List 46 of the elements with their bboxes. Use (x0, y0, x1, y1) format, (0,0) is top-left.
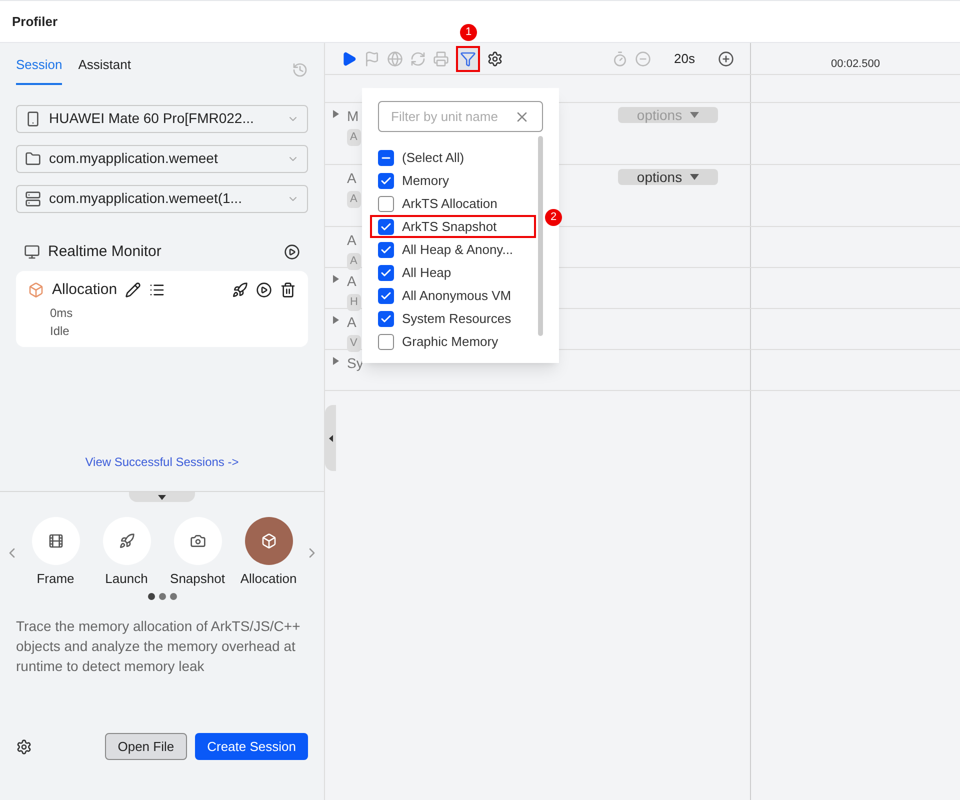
track-name: A (347, 313, 358, 332)
filter-field[interactable]: Filter by unit name (378, 101, 543, 132)
template-option[interactable]: Frame (22, 517, 88, 588)
checkbox-label[interactable]: ArkTS Snapshot (402, 216, 497, 236)
checkbox-label[interactable]: ArkTS Allocation (402, 194, 498, 214)
checkbox-label[interactable]: All Heap & Anony... (402, 240, 514, 260)
callout-badge: 2 (545, 209, 562, 226)
open-file-button[interactable]: Open File (104, 733, 188, 760)
callout-badge: 1 (460, 24, 477, 40)
track-tag: A (347, 191, 361, 208)
track-name: M (347, 107, 360, 126)
checkbox-label[interactable]: All Heap (402, 262, 452, 282)
track-tag: H (347, 294, 361, 310)
tab[interactable]: Session (16, 55, 62, 84)
track-tag: V (347, 335, 361, 352)
dropdown-select[interactable]: com.myapplication.wemeet(1... (16, 184, 308, 212)
checkbox-label[interactable]: Memory (402, 170, 449, 190)
session-duration: 0ms (49, 304, 74, 322)
checkbox-label[interactable]: (Select All) (402, 148, 464, 168)
options-dropdown[interactable]: options (618, 169, 718, 185)
checkbox-label[interactable]: Graphic Memory (402, 332, 498, 352)
template-option[interactable]: Allocation (236, 517, 302, 588)
session-name: Allocation (52, 280, 118, 300)
checkbox-label[interactable]: System Resources (402, 308, 512, 328)
track-name: A (347, 231, 358, 250)
template-description: Trace the memory allocation of ArkTS/JS/C++ objects and analyze the memory overhead at runtime to detect memory leak (15, 616, 302, 676)
window-title: Profiler (12, 12, 58, 31)
track-tag: A (347, 253, 361, 270)
tab[interactable]: Assistant (78, 55, 131, 84)
create-session-button[interactable]: Create Session (195, 733, 308, 760)
template-option[interactable]: Snapshot (164, 517, 230, 588)
session-status: Idle (49, 322, 70, 340)
view-sessions-link[interactable]: View Successful Sessions -> (85, 453, 239, 471)
template-option[interactable]: Launch (94, 517, 160, 588)
dropdown-select[interactable]: HUAWEI Mate 60 Pro[FMR022... (16, 104, 308, 132)
track-tag: A (347, 129, 361, 146)
session-card[interactable]: Allocation 0ms Idle (16, 271, 308, 347)
time-ruler: 00:02.500 (750, 43, 960, 74)
checkbox-label[interactable]: All Anonymous VM (402, 286, 512, 306)
dropdown-select[interactable]: com.myapplication.wemeet (16, 144, 308, 172)
track-name: A (347, 169, 358, 188)
section-title: Realtime Monitor (48, 242, 162, 262)
duration-label: 20s (674, 50, 695, 68)
track-name: A (347, 272, 358, 291)
track-name: Sy (347, 354, 364, 373)
filter-input[interactable]: Filter by unit name (391, 106, 514, 126)
